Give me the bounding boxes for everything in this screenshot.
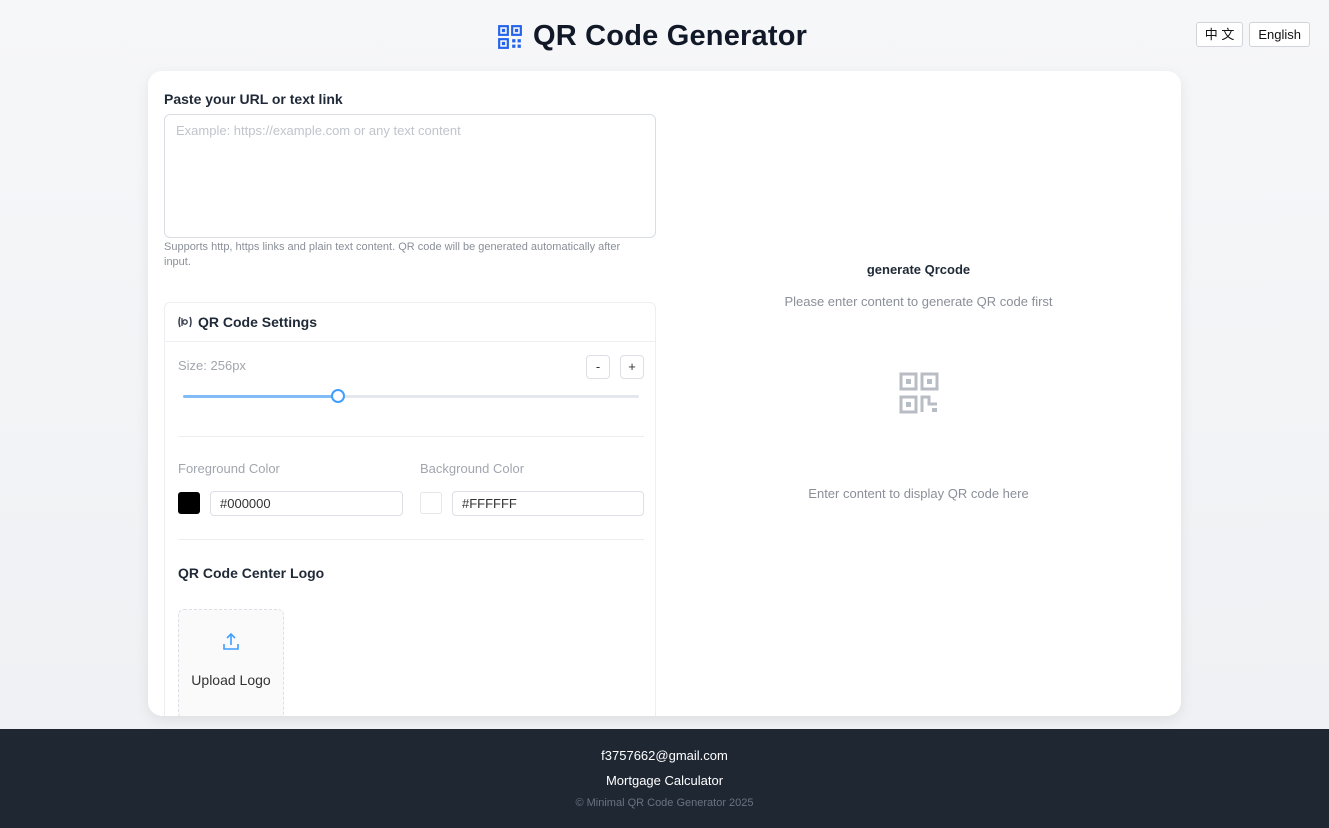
footer-copyright: © Minimal QR Code Generator 2025 bbox=[575, 797, 754, 809]
language-switcher: 中 文 English bbox=[1195, 22, 1310, 47]
upload-icon bbox=[223, 632, 239, 650]
foreground-color-input[interactable] bbox=[210, 491, 403, 516]
upload-logo-button[interactable]: Upload Logo bbox=[178, 609, 284, 716]
qr-code-icon bbox=[498, 24, 522, 49]
background-color-label: Background Color bbox=[420, 461, 525, 476]
settings-icon bbox=[178, 316, 192, 328]
background-color-input[interactable] bbox=[452, 491, 644, 516]
background-color-swatch[interactable] bbox=[420, 492, 442, 514]
title-wrap: QR Code Generator bbox=[497, 20, 807, 53]
footer-email-link[interactable]: f3757662@gmail.com bbox=[0, 748, 1329, 763]
settings-panel: QR Code Settings Size: 256px - + Foregro… bbox=[164, 302, 656, 716]
preview-title: generate Qrcode bbox=[866, 262, 971, 277]
size-decrement-button[interactable]: - bbox=[586, 355, 610, 379]
page-title: QR Code Generator bbox=[533, 20, 808, 52]
preview-subtitle: Please enter content to generate QR code… bbox=[784, 294, 1053, 309]
settings-divider bbox=[178, 539, 644, 540]
settings-title: QR Code Settings bbox=[198, 314, 318, 330]
footer-mortgage-link[interactable]: Mortgage Calculator bbox=[0, 773, 1329, 788]
input-panel: Paste your URL or text link Supports htt… bbox=[164, 71, 656, 716]
preview-panel: generate Qrcode Please enter content to … bbox=[656, 71, 1181, 716]
lang-english-button[interactable]: English bbox=[1249, 22, 1310, 47]
preview-empty-text: Enter content to display QR code here bbox=[808, 486, 1029, 501]
input-hint: Supports http, https links and plain tex… bbox=[164, 241, 621, 268]
size-slider-thumb[interactable] bbox=[331, 389, 346, 403]
foreground-color-swatch[interactable] bbox=[178, 492, 200, 514]
size-slider[interactable] bbox=[183, 389, 639, 403]
size-label: Size: 256px bbox=[178, 358, 246, 373]
url-input-label: Paste your URL or text link bbox=[164, 91, 343, 107]
logo-section-title: QR Code Center Logo bbox=[178, 565, 325, 581]
main-card: Paste your URL or text link Supports htt… bbox=[148, 71, 1181, 716]
qr-placeholder-icon bbox=[899, 372, 939, 414]
foreground-color-label: Foreground Color bbox=[178, 461, 280, 476]
lang-chinese-button[interactable]: 中 文 bbox=[1195, 22, 1244, 47]
settings-divider bbox=[178, 436, 644, 437]
size-increment-button[interactable]: + bbox=[620, 355, 644, 379]
upload-logo-label: Upload Logo bbox=[191, 672, 271, 688]
page-footer: f3757662@gmail.com Mortgage Calculator ©… bbox=[0, 729, 1329, 828]
url-textarea[interactable] bbox=[164, 114, 656, 238]
size-slider-fill bbox=[183, 395, 339, 398]
page-header: QR Code Generator 中 文 English bbox=[0, 0, 1329, 72]
settings-header: QR Code Settings bbox=[165, 303, 655, 342]
